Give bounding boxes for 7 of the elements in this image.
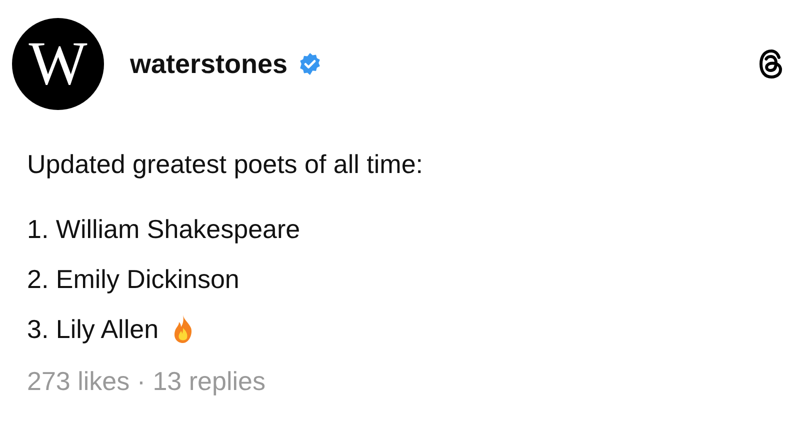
list-item: 2. Emily Dickinson [27, 263, 240, 295]
avatar[interactable]: W [12, 18, 104, 110]
post-stats: 273 likes · 13 replies [27, 366, 266, 397]
username[interactable]: waterstones [130, 48, 288, 80]
list-item: 1. William Shakespeare [27, 213, 300, 245]
post-text: Updated greatest poets of all time: [27, 148, 424, 180]
list-item: 3. Lily Allen [27, 313, 159, 345]
